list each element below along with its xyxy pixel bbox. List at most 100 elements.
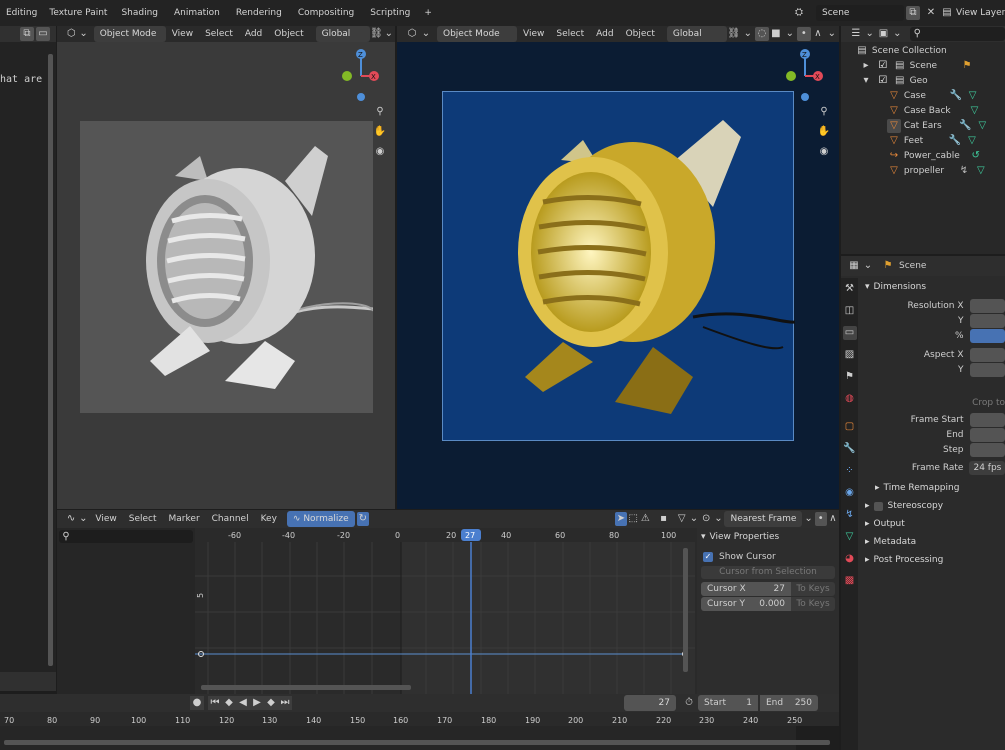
resolution-x-field[interactable] bbox=[969, 298, 1005, 313]
prev-keyframe-icon[interactable]: ◆ bbox=[222, 696, 236, 710]
post-processing-panel[interactable]: ▸ Post Processing bbox=[859, 551, 1005, 569]
display-mode-icon[interactable]: ▣ bbox=[877, 27, 891, 41]
proportional-icon[interactable]: • bbox=[814, 512, 827, 526]
viewport-left-menu-add[interactable]: Add bbox=[239, 26, 268, 42]
dot-icon[interactable]: • bbox=[796, 27, 811, 41]
box-select-icon[interactable]: ⬚ bbox=[627, 512, 639, 526]
editor-type-icon[interactable]: ☰ bbox=[849, 27, 863, 41]
outliner-search[interactable]: ⚲ bbox=[910, 27, 1005, 41]
add-workspace-button[interactable]: + bbox=[418, 5, 438, 21]
chevron-down-icon[interactable]: ⌄ bbox=[802, 512, 814, 526]
scene-selector[interactable]: ⛭ Scene ⧉ ✕ ▤ View Layer bbox=[792, 5, 1005, 21]
stopwatch-icon[interactable]: ⏱ bbox=[682, 696, 696, 710]
view-layer-tab-icon[interactable]: ▨ bbox=[843, 348, 857, 362]
channel-search[interactable]: ⚲ bbox=[59, 530, 193, 543]
graph-menu-view[interactable]: View bbox=[89, 511, 122, 527]
pivot-icon[interactable]: ⊙ bbox=[700, 512, 712, 526]
tool-tab-icon[interactable]: ⚒ bbox=[843, 282, 857, 296]
resolution-percent-field[interactable] bbox=[969, 328, 1005, 343]
outliner-item-scene-collection[interactable]: ▤ Scene Collection bbox=[841, 44, 1005, 59]
data-tab-icon[interactable]: ▽ bbox=[843, 530, 857, 544]
cursor-x-to-keys-button[interactable]: To Keys bbox=[791, 582, 835, 596]
resolution-y-field[interactable] bbox=[969, 313, 1005, 328]
snap-icon[interactable]: ⛓ bbox=[370, 27, 383, 41]
next-keyframe-icon[interactable]: ◆ bbox=[264, 696, 278, 710]
tab-rendering[interactable]: Rendering bbox=[228, 5, 290, 21]
scene-tab-icon[interactable]: ⚑ bbox=[843, 370, 857, 384]
viewport-right-menu-select[interactable]: Select bbox=[550, 26, 590, 42]
text-copy-icon[interactable]: ⧉ bbox=[20, 27, 34, 41]
outliner-item-scene[interactable]: ▸ ☑ ▤ Scene ⚑ bbox=[841, 59, 1005, 74]
editor-type-icon[interactable]: ⬡ bbox=[405, 27, 419, 41]
metadata-panel[interactable]: ▸ Metadata bbox=[859, 533, 1005, 551]
outliner-item-geo[interactable]: ▾ ☑ ▤ Geo bbox=[841, 74, 1005, 89]
tab-compositing[interactable]: Compositing bbox=[290, 5, 362, 21]
viewport-right[interactable]: ⬡ ⌄ Object Mode View Select Add Object G… bbox=[397, 26, 839, 509]
output-panel[interactable]: ▸ Output bbox=[859, 515, 1005, 533]
text-scrollbar[interactable] bbox=[48, 54, 53, 666]
tab-texture-paint[interactable]: Texture Paint bbox=[43, 5, 113, 21]
graph-menu-channel[interactable]: Channel bbox=[206, 511, 255, 527]
tab-editing[interactable]: Editing bbox=[0, 5, 43, 21]
frame-rate-dropdown[interactable]: 24 fps bbox=[969, 460, 1005, 475]
particles-tab-icon[interactable]: ⁘ bbox=[843, 464, 857, 478]
tab-scripting[interactable]: Scripting bbox=[362, 5, 418, 21]
select-tool-icon[interactable]: ➤ bbox=[614, 512, 628, 526]
ghost-icon[interactable]: ▪ bbox=[657, 512, 669, 526]
chevron-down-icon[interactable]: ⌄ bbox=[783, 27, 797, 41]
viewport-left-menu-object[interactable]: Object bbox=[268, 26, 309, 42]
viewport-left-menu-select[interactable]: Select bbox=[199, 26, 239, 42]
editor-type-icon[interactable]: ⬡ bbox=[65, 27, 77, 41]
outliner-item-propeller[interactable]: ▽ propeller ↯ ▽ bbox=[841, 164, 1005, 179]
physics-tab-icon[interactable]: ◉ bbox=[843, 486, 857, 500]
interpolation-dropdown[interactable]: Nearest Frame bbox=[724, 511, 803, 527]
cursor-y-field[interactable]: Cursor Y 0.000 bbox=[701, 597, 791, 611]
zoom-icon[interactable]: ⚲ bbox=[373, 105, 387, 119]
chevron-down-icon[interactable]: ⌄ bbox=[77, 27, 89, 41]
checkbox-icon[interactable]: ☑ bbox=[876, 59, 890, 73]
outliner-item-case-back[interactable]: ▽ Case Back ▽ bbox=[841, 104, 1005, 119]
zoom-icon[interactable]: ⚲ bbox=[817, 105, 831, 119]
viewport-left-menu-view[interactable]: View bbox=[166, 26, 199, 42]
editor-type-icon[interactable]: ▦ bbox=[847, 259, 861, 273]
checkbox-checked-icon[interactable]: ✓ bbox=[703, 551, 713, 562]
snap-icon[interactable]: ⛓ bbox=[727, 27, 741, 41]
normalize-toggle[interactable]: ∿ Normalize bbox=[286, 511, 355, 527]
render-tab-icon[interactable]: ◫ bbox=[843, 304, 857, 318]
viewport-right-menu-object[interactable]: Object bbox=[620, 26, 661, 42]
expand-arrow-icon[interactable]: ▸ bbox=[859, 59, 873, 73]
output-tab-icon[interactable]: ▭ bbox=[842, 326, 857, 340]
show-cursor-row[interactable]: ✓ Show Cursor bbox=[697, 549, 839, 564]
timeline-ruler[interactable]: 70 80 90 100 110 120 130 140 150 160 170… bbox=[0, 712, 839, 750]
modifier-tab-icon[interactable]: 🔧 bbox=[843, 442, 857, 456]
graph-menu-marker[interactable]: Marker bbox=[163, 511, 206, 527]
current-frame-field[interactable]: 27 bbox=[624, 695, 676, 711]
chevron-down-icon[interactable]: ⌄ bbox=[861, 259, 875, 273]
cursor-y-to-keys-button[interactable]: To Keys bbox=[791, 597, 835, 611]
overlay-icon[interactable]: ■ bbox=[769, 27, 783, 41]
viewport-left[interactable]: ⬡ ⌄ Object Mode View Select Add Object G… bbox=[57, 26, 395, 509]
navigation-gizmo-left[interactable]: Z X bbox=[337, 46, 387, 106]
frame-step-field[interactable] bbox=[969, 442, 1005, 457]
crop-label[interactable]: Crop to bbox=[972, 398, 1005, 408]
aspect-x-field[interactable] bbox=[969, 347, 1005, 362]
chevron-down-icon[interactable]: ⌄ bbox=[383, 27, 395, 41]
texture-tab-icon[interactable]: ▩ bbox=[843, 574, 857, 588]
constraint-tab-icon[interactable]: ↯ bbox=[843, 508, 857, 522]
curve-icon[interactable]: ∧ bbox=[827, 512, 839, 526]
mode-dropdown-right[interactable]: Object Mode bbox=[437, 26, 517, 42]
view-properties-header[interactable]: ▾ View Properties bbox=[697, 528, 839, 546]
dimensions-panel-header[interactable]: ▾ Dimensions bbox=[859, 278, 1005, 296]
transform-orientation-dropdown-right[interactable]: Global bbox=[666, 26, 727, 42]
chevron-down-icon[interactable]: ⌄ bbox=[825, 27, 839, 41]
jump-end-icon[interactable]: ⏭ bbox=[278, 696, 292, 710]
outliner-item-power-cable[interactable]: ↪ Power_cable ↺ bbox=[841, 149, 1005, 164]
cursor-from-selection-button[interactable]: Cursor from Selection bbox=[701, 566, 835, 579]
frame-end-field[interactable]: End 250 bbox=[760, 695, 818, 711]
chevron-down-icon[interactable]: ⌄ bbox=[77, 512, 89, 526]
camera-icon[interactable]: ◉ bbox=[373, 145, 387, 159]
editor-type-icon[interactable]: ∿ bbox=[65, 512, 77, 526]
tab-animation[interactable]: Animation bbox=[166, 5, 228, 21]
chevron-down-icon[interactable]: ⌄ bbox=[712, 512, 724, 526]
play-reverse-icon[interactable]: ◀ bbox=[236, 696, 250, 710]
